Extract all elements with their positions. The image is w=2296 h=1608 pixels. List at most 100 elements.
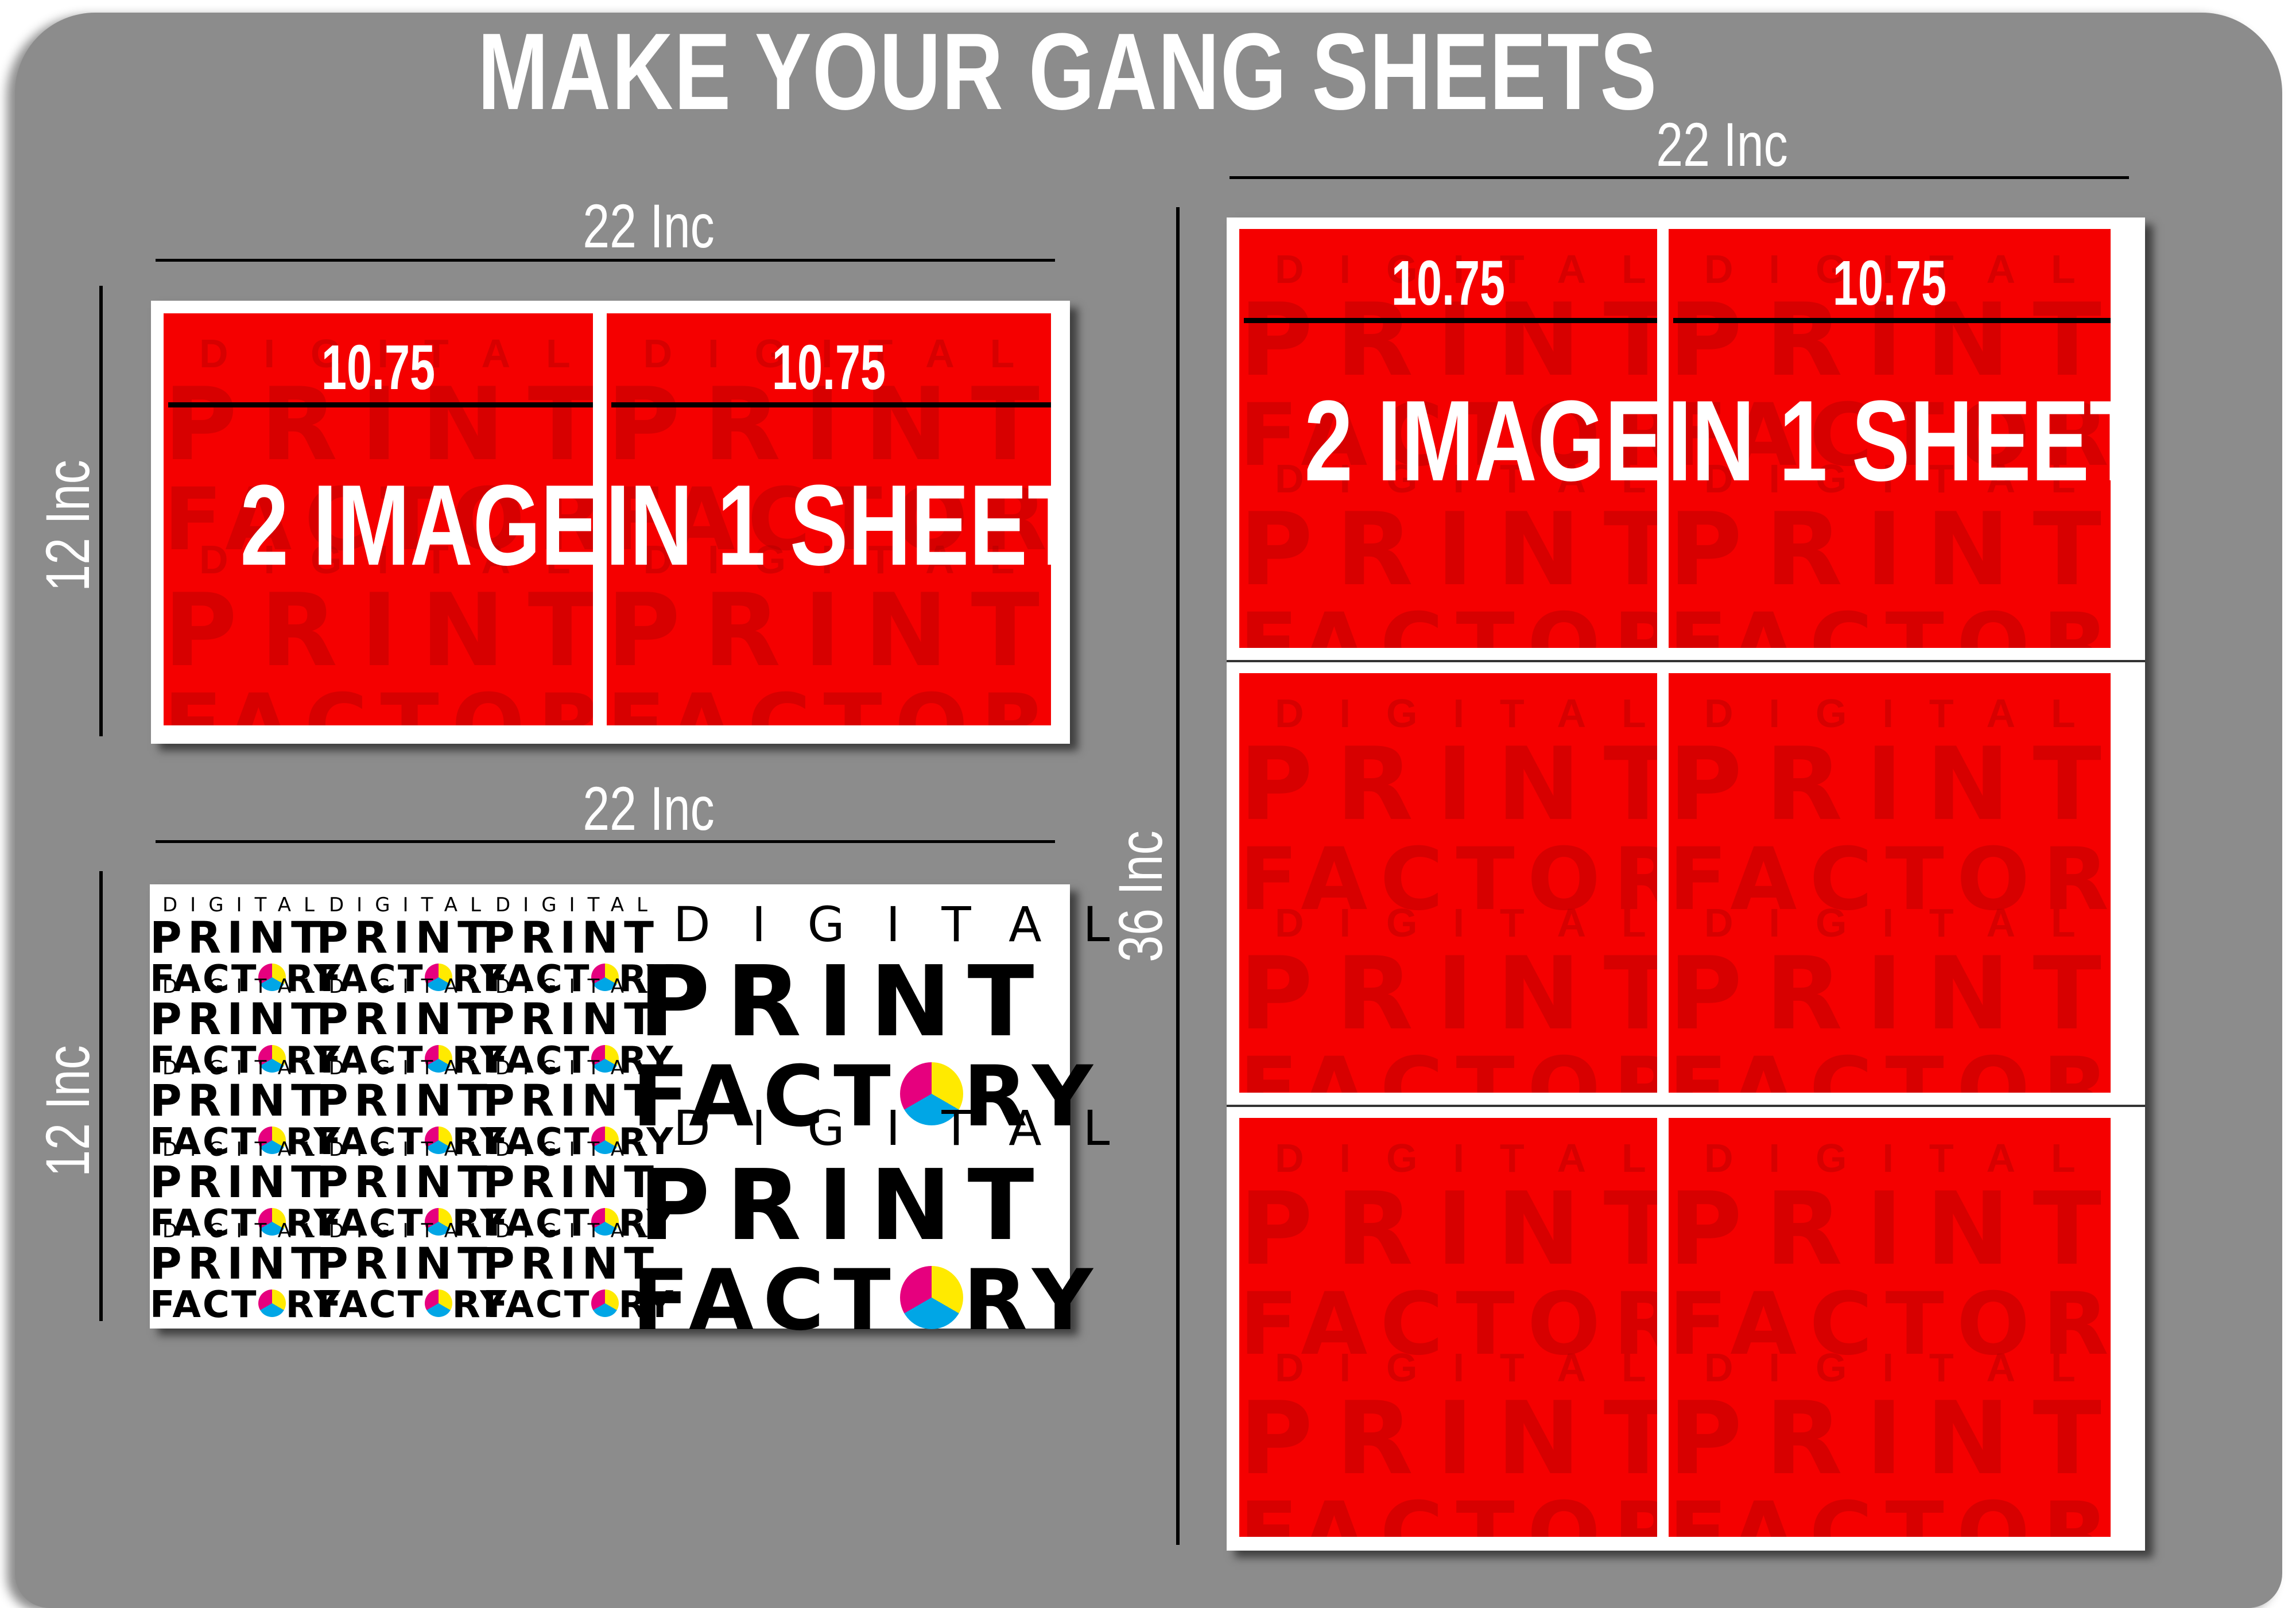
logo-i-mark: I bbox=[393, 1156, 416, 1207]
logo-print: PRINT bbox=[316, 1079, 487, 1123]
watermark-logo: DIGITALPRINTFACTORY bbox=[1669, 1135, 2111, 1370]
watermark-logo: DIGITALPRINTFACTORY bbox=[1669, 690, 2111, 926]
logo-print: PRINT bbox=[316, 1160, 487, 1204]
left-top-sheet: DIGITALPRINTFACTORYDIGITALPRINTFACTORY10… bbox=[151, 301, 1070, 744]
image-tile: DIGITALPRINTFACTORYDIGITALPRINTFACTORY bbox=[1239, 1117, 1657, 1537]
watermark-print: PRINT bbox=[1669, 492, 2111, 609]
logo-print: PRINT bbox=[150, 1160, 321, 1204]
watermark-factory: FACTORY bbox=[1669, 1039, 2111, 1093]
print-factory-logo: DIGITAL PRINT FACT RY bbox=[483, 1219, 673, 1326]
logo-i-mark: I bbox=[560, 993, 582, 1044]
watermark-print: PRINT bbox=[1239, 727, 1657, 844]
watermark-logo: DIGITALPRINTFACTORY bbox=[1239, 1135, 1657, 1370]
logo-print: PRINT bbox=[483, 1242, 654, 1285]
right-sheet: DIGITALPRINTFACTORYDIGITALPRINTFACTORY10… bbox=[1227, 217, 2145, 1551]
logo-print-b: NT bbox=[870, 945, 1050, 1059]
left-bottom-height-label: 12 Inc bbox=[33, 1045, 102, 1177]
watermark-logo: DIGITALPRINTFACTORY bbox=[1239, 690, 1657, 926]
logo-i-mark: I bbox=[817, 945, 870, 1059]
logo-print-a: PR bbox=[150, 1156, 227, 1207]
left-bottom-width-label: 22 Inc bbox=[583, 774, 715, 843]
cmyk-circles-icon bbox=[591, 1289, 619, 1317]
logo-i-mark: I bbox=[560, 1238, 582, 1289]
logo-print-a: PR bbox=[316, 1075, 394, 1126]
logo-factory: FACT RY bbox=[150, 1285, 340, 1325]
right-width-line bbox=[1230, 176, 2129, 179]
watermark-print: PRINT bbox=[164, 573, 593, 689]
right-width-label: 22 Inc bbox=[1656, 110, 1788, 179]
logo-print: PRINT bbox=[632, 953, 1057, 1051]
logo-print-a: PR bbox=[483, 1075, 560, 1126]
logo-print-a: PR bbox=[316, 912, 394, 963]
logo-print-b: NT bbox=[249, 993, 327, 1044]
watermark-factory: FACTORY bbox=[1669, 1483, 2111, 1537]
logo-print: PRINT bbox=[150, 997, 321, 1041]
logo-print-a: PR bbox=[316, 993, 394, 1044]
watermark-print: PRINT bbox=[1669, 1171, 2111, 1288]
dimension-line bbox=[611, 402, 1051, 407]
logo-print: PRINT bbox=[483, 1079, 654, 1123]
image-tile: DIGITALPRINTFACTORYDIGITALPRINTFACTORY10… bbox=[1239, 229, 1657, 648]
watermark-logo: DIGITALPRINTFACTORY bbox=[1239, 1345, 1657, 1537]
logo-i-mark: I bbox=[227, 1238, 249, 1289]
logo-i-mark: I bbox=[227, 912, 249, 963]
logo-print: PRINT bbox=[150, 1242, 321, 1285]
row-separator bbox=[1227, 1104, 2145, 1107]
logo-print-a: PR bbox=[150, 912, 227, 963]
logo-print-b: NT bbox=[870, 1149, 1050, 1263]
watermark-print: PRINT bbox=[1239, 936, 1657, 1053]
watermark-logo: DIGITALPRINTFACTORY bbox=[1239, 900, 1657, 1092]
row-separator bbox=[1227, 660, 2145, 663]
left-bottom-sheet: DIGITAL PRINT FACT RY DIGITAL PRINT FACT RY DIGI… bbox=[150, 884, 1151, 1346]
image-tile: DIGITALPRINTFACTORYDIGITALPRINTFACTORY bbox=[1669, 673, 2111, 1093]
watermark-logo: DIGITALPRINTFACTORY bbox=[1669, 1345, 2111, 1537]
cmyk-circles-icon bbox=[424, 1289, 452, 1317]
logo-print: PRINT bbox=[483, 997, 654, 1041]
logo-print-a: PR bbox=[150, 1238, 227, 1289]
print-factory-logo: DIGITAL PRINT FACT RY bbox=[150, 1219, 340, 1325]
logo-factory-a: FACT bbox=[483, 1284, 591, 1326]
logo-factory-b: RY bbox=[963, 1252, 1102, 1349]
logo-print: PRINT bbox=[483, 1160, 654, 1204]
tile-caption: IN 1 SHEET bbox=[607, 461, 1051, 589]
logo-print: PRINT bbox=[316, 1242, 487, 1285]
tile-width-label: 10.75 bbox=[1832, 248, 1947, 319]
logo-print-b: NT bbox=[415, 993, 493, 1044]
logo-i-mark: I bbox=[227, 993, 249, 1044]
tile-caption: 2 IMAGE bbox=[1304, 377, 1657, 505]
logo-factory: FACT RY bbox=[316, 1285, 507, 1325]
right-height-label: 36 Inc bbox=[1106, 830, 1175, 962]
logo-print-a: PR bbox=[638, 1149, 817, 1263]
cmyk-circles-icon bbox=[899, 1266, 963, 1329]
logo-i-mark: I bbox=[227, 1156, 249, 1207]
left-top-height-label: 12 Inc bbox=[33, 460, 102, 592]
logo-print-b: NT bbox=[249, 1075, 327, 1126]
watermark-factory: FACTORY bbox=[1669, 595, 2111, 648]
logo-print: PRINT bbox=[150, 1079, 321, 1123]
image-tile: DIGITALPRINTFACTORYDIGITALPRINTFACTORY10… bbox=[164, 313, 593, 725]
logo-print-b: NT bbox=[249, 1238, 327, 1289]
logo-print-a: PR bbox=[316, 1156, 394, 1207]
logo-print-b: NT bbox=[415, 912, 493, 963]
logo-print: PRINT bbox=[483, 916, 654, 960]
dimension-line bbox=[168, 402, 593, 407]
logo-print-a: PR bbox=[483, 993, 560, 1044]
logo-print-a: PR bbox=[150, 1075, 227, 1126]
logo-i-mark: I bbox=[560, 1075, 582, 1126]
image-tile: DIGITALPRINTFACTORYDIGITALPRINTFACTORY10… bbox=[1669, 229, 2111, 648]
cmyk-circles-icon bbox=[258, 1289, 286, 1317]
logo-i-mark: I bbox=[393, 1238, 416, 1289]
logo-i-mark: I bbox=[393, 993, 416, 1044]
image-tile: DIGITALPRINTFACTORYDIGITALPRINTFACTORY10… bbox=[607, 313, 1051, 725]
image-tile: DIGITALPRINTFACTORYDIGITALPRINTFACTORY bbox=[1239, 673, 1657, 1093]
watermark-print: PRINT bbox=[1239, 492, 1657, 609]
dimension-line bbox=[1244, 318, 1657, 323]
logo-digital: DIGITAL bbox=[673, 896, 1151, 953]
right-height-line bbox=[1176, 207, 1180, 1545]
dimension-line bbox=[1673, 318, 2111, 323]
logo-print-b: NT bbox=[415, 1238, 493, 1289]
watermark-logo: DIGITALPRINTFACTORY bbox=[1669, 900, 2111, 1092]
watermark-print: PRINT bbox=[1669, 727, 2111, 844]
left-top-width-line bbox=[156, 259, 1055, 262]
tile-caption: IN 1 SHEET bbox=[1669, 377, 2111, 505]
